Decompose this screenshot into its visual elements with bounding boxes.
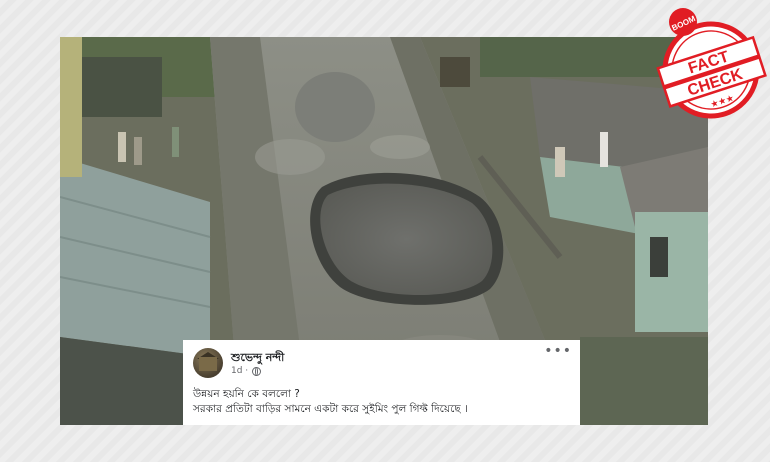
fact-check-stamp-graphic: FACT CHECK ★ ★ ★ BOOM [656,8,767,119]
post-meta: 1d · [231,366,262,376]
facebook-post-card: শুভেন্দু নন্দী 1d · ••• উন্নয়ন হয়নি কে… [183,340,580,425]
post-text: উন্নয়ন হয়নি কে বললো ? সরকার প্রতিটা বা… [193,387,573,417]
ellipsis-icon[interactable]: ••• [544,344,572,358]
fact-check-stamp: FACT CHECK ★ ★ ★ BOOM [655,4,767,126]
globe-icon [252,366,262,376]
post-text-line-1: উন্নয়ন হয়নি কে বললো ? [193,388,300,400]
post-text-line-2: সরকার প্রতিটা বাড়ির সামনে একটা করে সুইম… [193,403,468,415]
avatar[interactable] [193,348,223,378]
post-timestamp[interactable]: 1d · [231,366,248,376]
